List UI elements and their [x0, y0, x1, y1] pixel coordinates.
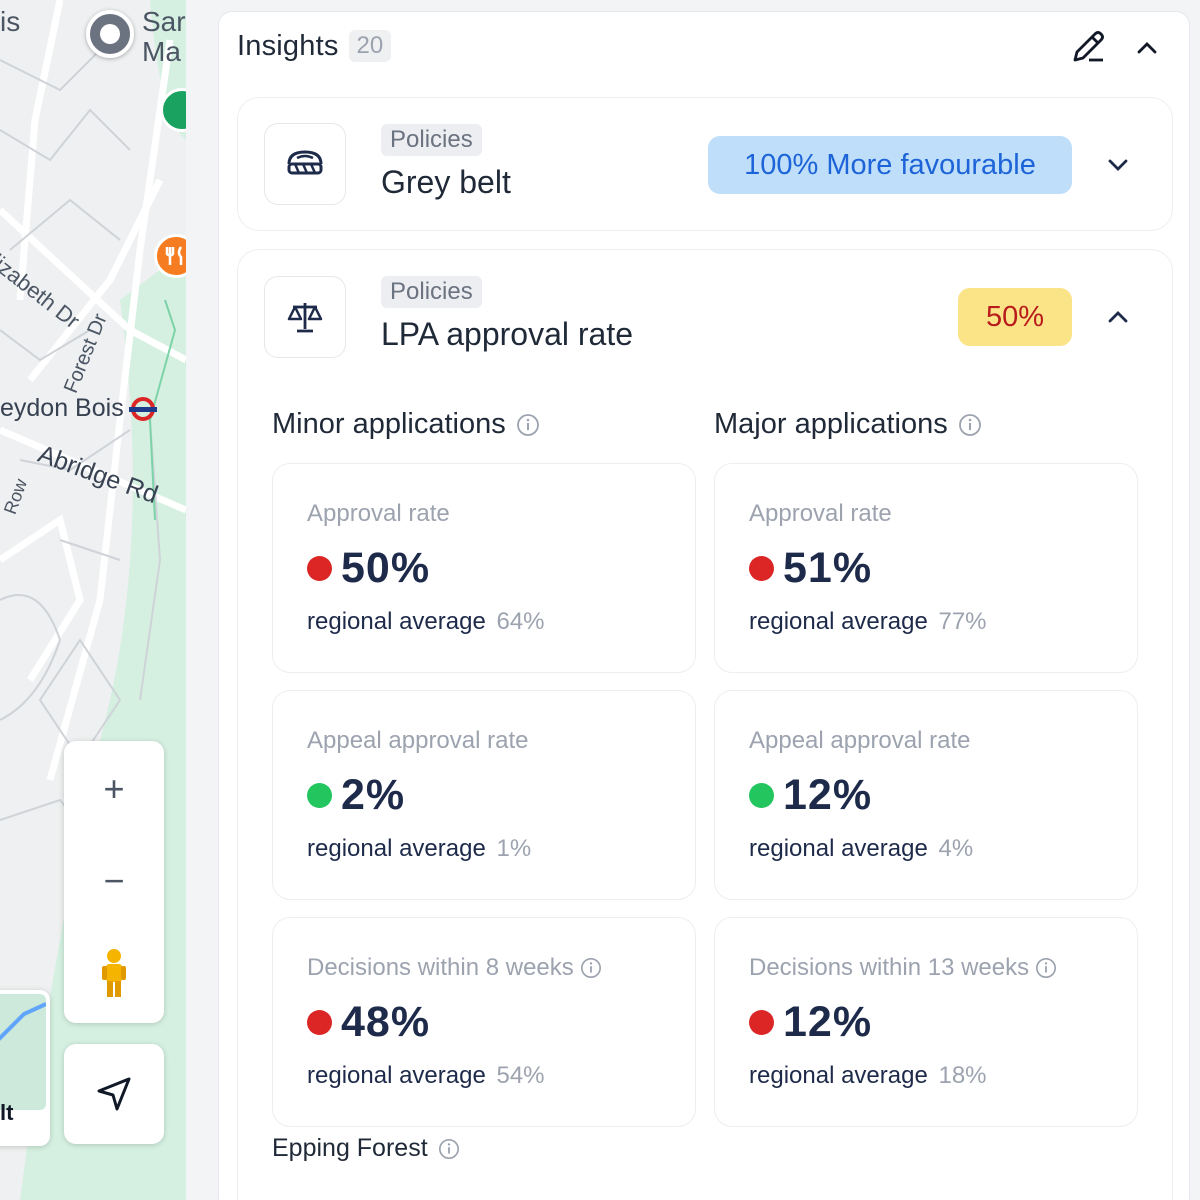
info-icon[interactable] — [438, 1138, 460, 1160]
regional-average-value: 4% — [938, 835, 974, 862]
pencil-icon — [1073, 31, 1104, 62]
map-view[interactable]: is Sar Ma Elizabeth Dr Forest Dr eydon B… — [0, 0, 186, 1200]
navigation-arrow-icon — [97, 1077, 131, 1111]
metric-major-approval-rate: Approval rate 51% regional average 77% — [714, 463, 1138, 673]
metric-major-decisions-within-13-weeks: Decisions within 13 weeks 12% regional a… — [714, 917, 1138, 1127]
chevron-up-icon — [1108, 311, 1128, 323]
status-dot-red — [307, 1010, 332, 1035]
metric-minor-decisions-within-8-weeks: Decisions within 8 weeks 48% regional av… — [272, 917, 696, 1127]
street-view-button[interactable] — [64, 933, 164, 1013]
info-icon[interactable] — [516, 413, 540, 437]
map-label-sar: Sar — [142, 6, 186, 37]
my-location-button[interactable] — [64, 1044, 164, 1144]
regional-average-value: 64% — [496, 608, 545, 635]
metric-label: Appeal approval rate — [307, 727, 529, 754]
metric-label: Decisions within 13 weeks — [749, 954, 1057, 982]
status-dot-red — [307, 556, 332, 581]
restaurant-pin-icon[interactable] — [154, 234, 186, 278]
location-pin-icon[interactable] — [86, 10, 134, 58]
regional-average-label: regional average — [749, 608, 928, 635]
pegman-icon — [102, 949, 126, 997]
regional-average-label: regional average — [749, 835, 928, 862]
expand-card-button[interactable] — [1102, 149, 1134, 181]
metric-value: 50% — [341, 544, 431, 592]
info-icon[interactable] — [1035, 957, 1057, 979]
regional-average-value: 54% — [496, 1062, 545, 1089]
policy-icon-box — [264, 123, 346, 205]
panel-title: Insights — [237, 29, 339, 62]
policy-tag: Policies — [381, 124, 482, 156]
chevron-down-icon — [1108, 159, 1128, 171]
metric-value: 51% — [783, 544, 873, 592]
metric-value: 2% — [341, 771, 406, 819]
regional-average-value: 77% — [938, 608, 987, 635]
status-dot-green — [749, 783, 774, 808]
map-layer-toggle[interactable]: lt — [0, 990, 50, 1146]
panel-header: Insights 20 — [237, 28, 392, 64]
collapse-card-button[interactable] — [1102, 301, 1134, 333]
policy-tag: Policies — [381, 276, 482, 308]
metric-minor-appeal-approval-rate: Appeal approval rate 2% regional average… — [272, 690, 696, 900]
minor-applications-heading: Minor applications — [272, 408, 540, 441]
regional-average-label: regional average — [307, 1062, 486, 1089]
metric-label: Appeal approval rate — [749, 727, 971, 754]
plus-icon: + — [103, 768, 125, 809]
local-authority-label: Epping Forest — [272, 1134, 460, 1163]
metric-label: Approval rate — [749, 500, 892, 527]
policy-icon-box — [264, 276, 346, 358]
scales-icon — [287, 303, 323, 333]
insights-panel: Insights 20 Policies Grey belt 100% More… — [218, 11, 1190, 1200]
insight-card-grey-belt[interactable]: Policies Grey belt 100% More favourable — [237, 97, 1173, 231]
status-dot-green — [307, 783, 332, 808]
map-label-is: is — [0, 6, 21, 37]
info-icon[interactable] — [958, 413, 982, 437]
status-dot-red — [749, 556, 774, 581]
road-barrier-icon — [287, 150, 323, 175]
approval-rate-badge: 50% — [958, 288, 1072, 346]
chevron-up-icon — [1137, 42, 1157, 54]
metric-label: Decisions within 8 weeks — [307, 954, 602, 982]
map-label-ma: Ma — [142, 36, 181, 67]
minus-icon: − — [103, 860, 125, 901]
section-title: Minor applications — [272, 408, 506, 440]
info-icon[interactable] — [580, 957, 602, 979]
underground-station-icon — [129, 397, 157, 421]
metric-label-text: Decisions within 8 weeks — [307, 954, 574, 981]
edit-button[interactable] — [1069, 26, 1109, 66]
metric-minor-approval-rate: Approval rate 50% regional average 64% — [272, 463, 696, 673]
regional-average-value: 18% — [938, 1062, 987, 1089]
regional-average-label: regional average — [307, 608, 486, 635]
major-applications-heading: Major applications — [714, 408, 982, 441]
section-title: Major applications — [714, 408, 948, 440]
metric-major-appeal-approval-rate: Appeal approval rate 12% regional averag… — [714, 690, 1138, 900]
insight-card-lpa-approval-rate: Policies LPA approval rate 50% Minor app… — [237, 249, 1173, 1200]
policy-name: LPA approval rate — [381, 316, 634, 352]
insights-count-badge: 20 — [348, 30, 392, 62]
collapse-panel-button[interactable] — [1131, 32, 1163, 64]
zoom-out-button[interactable]: − — [64, 841, 164, 921]
metric-value: 48% — [341, 998, 431, 1046]
regional-average-label: regional average — [307, 835, 486, 862]
regional-average-value: 1% — [496, 835, 532, 862]
map-label-station: eydon Bois — [0, 394, 124, 422]
regional-average-label: regional average — [749, 1062, 928, 1089]
favourability-badge: 100% More favourable — [708, 136, 1072, 194]
metric-value: 12% — [783, 998, 873, 1046]
metric-label: Approval rate — [307, 500, 450, 527]
zoom-in-button[interactable]: + — [64, 749, 164, 829]
metric-value: 12% — [783, 771, 873, 819]
policy-name: Grey belt — [381, 164, 511, 200]
status-dot-red — [749, 1010, 774, 1035]
metric-label-text: Decisions within 13 weeks — [749, 954, 1030, 981]
map-controls: + − — [64, 741, 164, 1023]
map-layer-label: lt — [0, 1100, 14, 1125]
local-authority-name: Epping Forest — [272, 1134, 428, 1162]
